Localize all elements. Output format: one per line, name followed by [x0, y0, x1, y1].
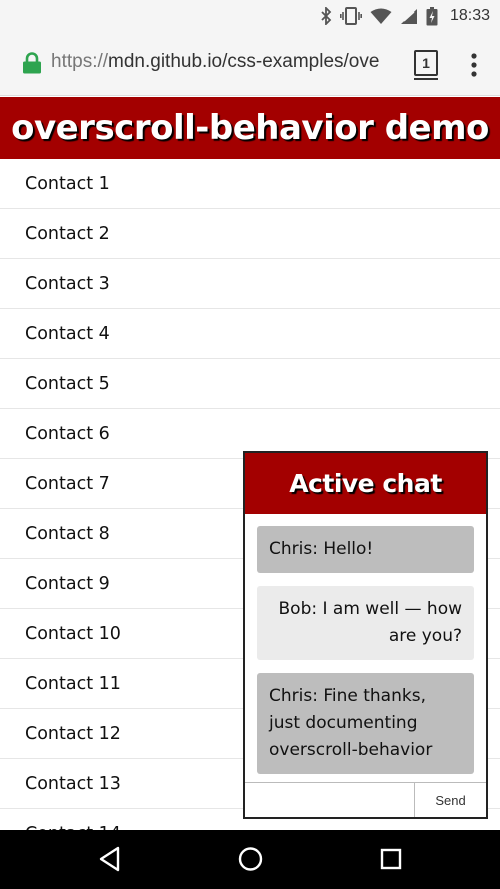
chat-title: Active chat: [289, 469, 442, 498]
status-bar: 18:33: [0, 0, 500, 32]
contact-item[interactable]: Contact 5: [0, 359, 500, 409]
page-title: overscroll-behavior demo: [11, 108, 489, 148]
url-host-path: mdn.github.io/css-examples/ove: [108, 51, 380, 72]
browser-toolbar: https://mdn.github.io/css-examples/ove 1: [0, 32, 500, 96]
chat-window: Active chat Chris: Hello! Bob: I am well …: [243, 451, 488, 819]
recents-icon[interactable]: [379, 846, 403, 872]
chat-message: Chris: Hello!: [257, 526, 474, 573]
clock: 18:33: [449, 7, 490, 24]
send-button[interactable]: Send: [415, 783, 486, 817]
overflow-menu-icon[interactable]: [466, 53, 482, 81]
address-bar[interactable]: https://mdn.github.io/css-examples/ove: [51, 51, 397, 73]
wifi-icon: [370, 8, 392, 25]
message-input[interactable]: [245, 783, 415, 817]
signal-icon: [400, 8, 418, 25]
back-icon[interactable]: [98, 846, 122, 872]
contact-item[interactable]: Contact 3: [0, 259, 500, 309]
chat-message: Bob: I am well — how are you?: [257, 586, 474, 660]
chat-message: Chris: Fine thanks, just documenting ove…: [257, 673, 474, 774]
contact-item[interactable]: Contact 1: [0, 159, 500, 209]
vibrate-icon: [339, 7, 362, 25]
contact-item[interactable]: Contact 4: [0, 309, 500, 359]
url-scheme: https://: [51, 51, 109, 72]
lock-icon: [22, 52, 42, 78]
home-icon[interactable]: [238, 846, 263, 872]
system-nav-bar: [0, 830, 500, 889]
status-icons: 18:33: [320, 0, 490, 32]
chat-form: Send: [245, 782, 486, 817]
message-list[interactable]: Chris: Hello! Bob: I am well — how are yo…: [245, 514, 486, 784]
chat-header: Active chat: [245, 453, 486, 514]
tab-switcher-button[interactable]: 1: [414, 50, 438, 80]
battery-icon: [426, 6, 438, 26]
site-header: overscroll-behavior demo: [0, 97, 500, 159]
contact-item[interactable]: Contact 2: [0, 209, 500, 259]
bluetooth-icon: [320, 7, 332, 25]
